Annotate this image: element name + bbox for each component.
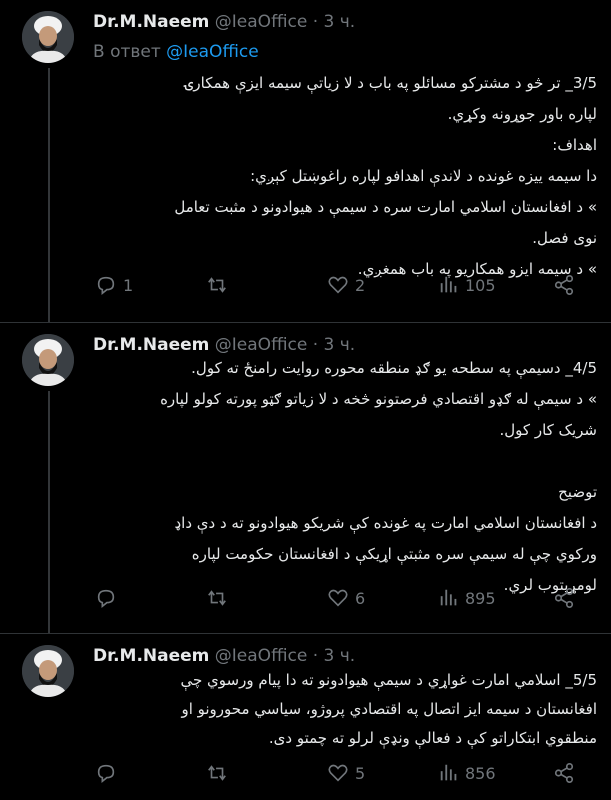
like-button[interactable]: 2 [327,274,365,296]
author-handle[interactable]: @IeaOffice [215,646,308,666]
avatar[interactable] [22,645,74,697]
thread-connector [48,68,50,322]
separator: · [312,646,319,666]
tweet-header: Dr.M.Naeem @IeaOffice · 3 ч. [93,12,355,32]
share-button[interactable] [553,762,575,784]
views-count: 105 [465,275,496,295]
avatar[interactable] [22,334,74,386]
views-count: 856 [465,763,496,783]
tweet-header: Dr.M.Naeem @IeaOffice · 3 ч. [93,335,355,355]
like-count: 2 [355,275,366,295]
author-name[interactable]: Dr.M.Naeem [93,335,209,355]
reply-mention-link[interactable]: @IeaOffice [166,42,259,62]
tweet-actions: 5 856 [93,762,597,788]
views-button[interactable]: 895 [439,587,496,609]
tweet-text: 5/5_ اسلامي امارت غواړي د سیمې هیوادونو … [180,671,597,747]
tweet-actions: 6 895 [93,587,597,613]
retweet-button[interactable] [205,762,235,784]
reply-prefix: В ответ [93,42,161,62]
author-handle[interactable]: @IeaOffice [215,335,308,355]
like-button[interactable]: 6 [327,587,365,609]
reply-button[interactable] [95,762,123,784]
views-button[interactable]: 856 [439,762,496,784]
heart-icon [327,274,349,296]
tweet-3[interactable]: Dr.M.Naeem @IeaOffice · 3 ч. 5/5_ اسلامي… [0,634,611,800]
avatar[interactable] [22,11,74,63]
views-button[interactable]: 105 [439,274,496,296]
author-name[interactable]: Dr.M.Naeem [93,12,209,32]
views-icon [439,762,459,784]
separator: · [312,12,319,32]
like-count: 6 [355,588,366,608]
author-name[interactable]: Dr.M.Naeem [93,646,209,666]
tweet-text: 3/5_ تر څو د مشترکو مسائلو په باب د لا ز… [174,74,597,278]
avatar-image [22,11,74,63]
retweet-button[interactable] [205,274,235,296]
avatar-image [22,645,74,697]
timestamp[interactable]: 3 ч. [324,12,356,32]
share-icon [553,274,575,296]
share-button[interactable] [553,587,575,609]
heart-icon [327,587,349,609]
views-count: 895 [465,588,496,608]
tweet-1[interactable]: Dr.M.Naeem @IeaOffice · 3 ч. В ответ @Ie… [0,0,611,322]
retweet-button[interactable] [205,587,235,609]
like-button[interactable]: 5 [327,762,365,784]
thread-connector [48,391,50,633]
timestamp[interactable]: 3 ч. [324,646,356,666]
separator: · [312,335,319,355]
tweet-2[interactable]: Dr.M.Naeem @IeaOffice · 3 ч. 4/5_ دسیمې … [0,323,611,633]
tweet-actions: 1 2 105 [93,274,597,300]
retweet-icon [205,274,229,296]
tweet-text: 4/5_ دسیمې په سطحه یو ګډ منطقه محوره روا… [160,359,597,594]
retweet-icon [205,762,229,784]
reply-icon [95,274,117,296]
reply-icon [95,587,117,609]
reply-button[interactable] [95,587,123,609]
heart-icon [327,762,349,784]
reply-count: 1 [123,275,134,295]
avatar-image [22,334,74,386]
share-icon [553,762,575,784]
views-icon [439,274,459,296]
reply-icon [95,762,117,784]
tweet-header: Dr.M.Naeem @IeaOffice · 3 ч. [93,646,355,666]
like-count: 5 [355,763,366,783]
share-icon [553,587,575,609]
share-button[interactable] [553,274,575,296]
reply-context: В ответ @IeaOffice [93,42,259,62]
timestamp[interactable]: 3 ч. [324,335,356,355]
reply-button[interactable]: 1 [95,274,133,296]
views-icon [439,587,459,609]
author-handle[interactable]: @IeaOffice [215,12,308,32]
retweet-icon [205,587,229,609]
